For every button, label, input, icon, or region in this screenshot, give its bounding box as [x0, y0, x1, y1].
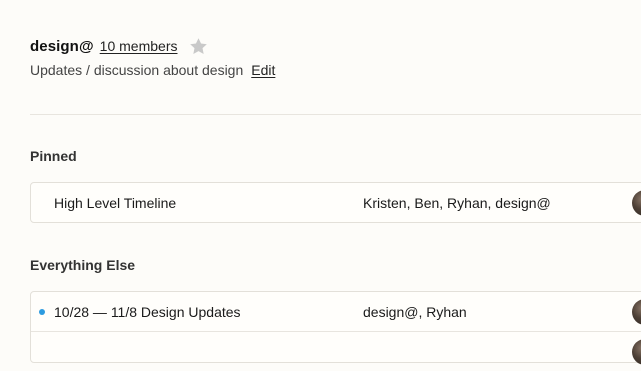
thread-participants: Kristen, Ben, Ryhan, design@ — [363, 194, 551, 211]
thread-row[interactable]: High Level Timeline Kristen, Ben, Ryhan,… — [31, 183, 641, 222]
unread-indicator — [39, 308, 45, 315]
thread-title: 10/28 — 11/8 Design Updates — [54, 303, 241, 320]
everything-else-heading: Everything Else — [30, 257, 136, 273]
pinned-heading: Pinned — [30, 148, 77, 164]
everything-else-list: 10/28 — 11/8 Design Updates design@, Ryh… — [30, 291, 641, 365]
group-name: design@ — [30, 37, 94, 55]
header-divider — [30, 114, 641, 115]
pinned-list: High Level Timeline Kristen, Ben, Ryhan,… — [30, 182, 641, 223]
avatar — [632, 338, 641, 365]
avatar — [632, 189, 641, 216]
thread-participants: design@, Ryhan — [363, 303, 467, 320]
title-row: design@ 10 members — [30, 35, 275, 57]
thread-row-partial[interactable] — [31, 331, 641, 371]
thread-row[interactable]: 10/28 — 11/8 Design Updates design@, Ryh… — [31, 292, 641, 331]
group-header: design@ 10 members Updates / discussion … — [30, 35, 275, 79]
edit-description-link[interactable]: Edit — [251, 62, 275, 78]
group-description: Updates / discussion about design — [30, 62, 244, 78]
avatar — [632, 298, 641, 325]
members-link[interactable]: 10 members — [100, 38, 178, 54]
star-icon[interactable] — [188, 36, 209, 57]
thread-title: High Level Timeline — [54, 194, 177, 211]
description-row: Updates / discussion about design Edit — [30, 62, 275, 78]
